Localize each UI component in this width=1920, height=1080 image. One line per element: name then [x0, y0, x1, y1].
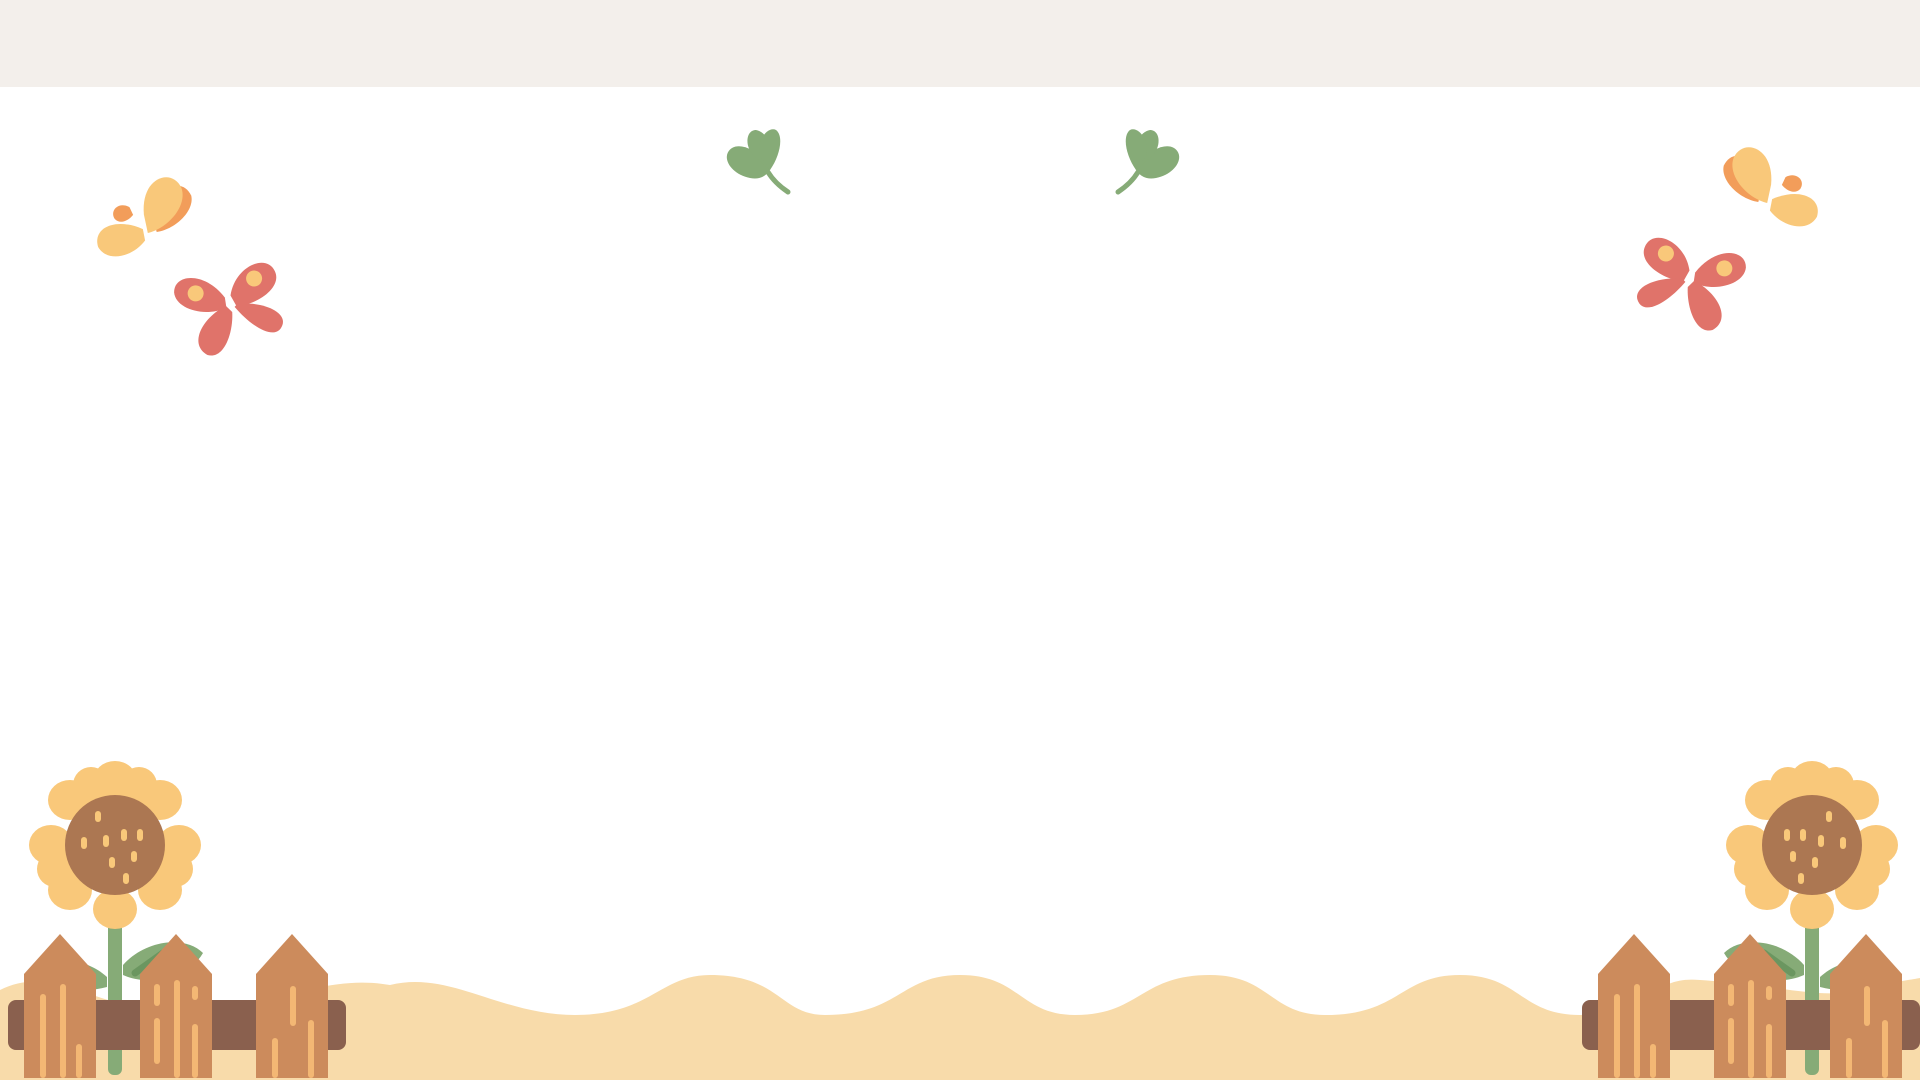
- leaf-sprig-icon: [727, 129, 788, 192]
- leaf-sprig-icon: [1118, 129, 1179, 192]
- fence-icon: [1582, 934, 1920, 1078]
- butterfly-icon: [1723, 147, 1818, 227]
- butterfly-icon: [174, 262, 283, 356]
- background-illustration: [0, 0, 1920, 1080]
- butterfly-icon: [1637, 237, 1746, 331]
- fence-icon: [8, 934, 346, 1078]
- butterfly-icon: [97, 177, 192, 257]
